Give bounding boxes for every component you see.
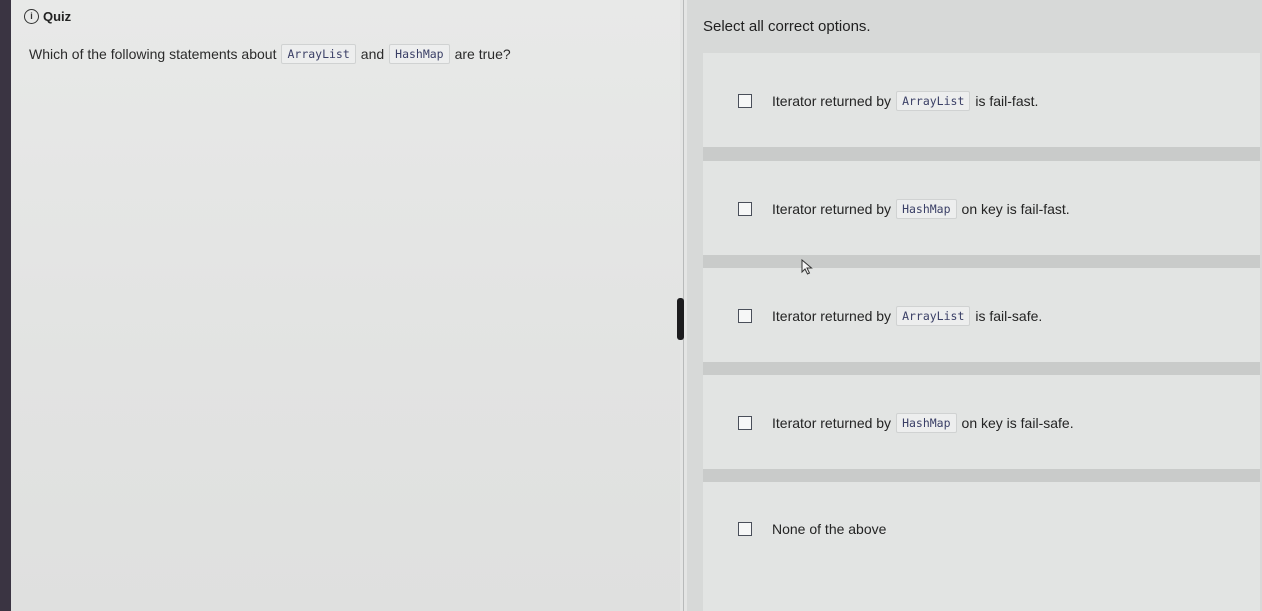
- option-5[interactable]: None of the above: [738, 521, 886, 537]
- option-2[interactable]: Iterator returned by HashMap on key is f…: [738, 199, 1070, 219]
- option-code: HashMap: [896, 413, 957, 433]
- option-text: Iterator returned by: [772, 308, 892, 324]
- question-text: Which of the following statements about …: [29, 44, 511, 64]
- quiz-icon: i: [24, 8, 39, 24]
- option-card: [703, 482, 1260, 611]
- option-text: is fail-safe.: [975, 308, 1043, 324]
- question-suffix: are true?: [454, 46, 511, 62]
- option-text: Iterator returned by: [772, 415, 892, 431]
- code-hashmap: HashMap: [389, 44, 450, 64]
- question-middle: and: [360, 46, 385, 62]
- option-text: Iterator returned by: [772, 201, 892, 217]
- option-code: ArrayList: [896, 306, 971, 326]
- option-text: is fail-fast.: [975, 93, 1039, 109]
- question-prefix: Which of the following statements about: [29, 46, 277, 62]
- option-text: None of the above: [772, 521, 887, 537]
- checkbox[interactable]: [738, 94, 752, 108]
- checkbox[interactable]: [738, 202, 752, 216]
- option-1[interactable]: Iterator returned by ArrayList is fail-f…: [738, 91, 1038, 111]
- mouse-cursor-icon: [801, 259, 813, 275]
- option-text: on key is fail-safe.: [961, 415, 1074, 431]
- resize-handle[interactable]: [677, 298, 684, 340]
- option-code: HashMap: [896, 199, 957, 219]
- checkbox[interactable]: [738, 309, 752, 323]
- quiz-header: i Quiz: [24, 6, 71, 26]
- quiz-title: Quiz: [43, 8, 72, 24]
- code-arraylist: ArrayList: [281, 44, 356, 64]
- option-text: on key is fail-fast.: [961, 201, 1070, 217]
- option-4[interactable]: Iterator returned by HashMap on key is f…: [738, 413, 1074, 433]
- instruction-text: Select all correct options.: [703, 18, 871, 35]
- quiz-window: i Quiz Which of the following statements…: [0, 0, 1262, 611]
- window-edge: [0, 0, 11, 611]
- option-3[interactable]: Iterator returned by ArrayList is fail-s…: [738, 306, 1042, 326]
- option-text: Iterator returned by: [772, 93, 892, 109]
- checkbox[interactable]: [738, 416, 752, 430]
- question-pane: [11, 0, 680, 611]
- option-code: ArrayList: [896, 91, 971, 111]
- checkbox[interactable]: [738, 522, 752, 536]
